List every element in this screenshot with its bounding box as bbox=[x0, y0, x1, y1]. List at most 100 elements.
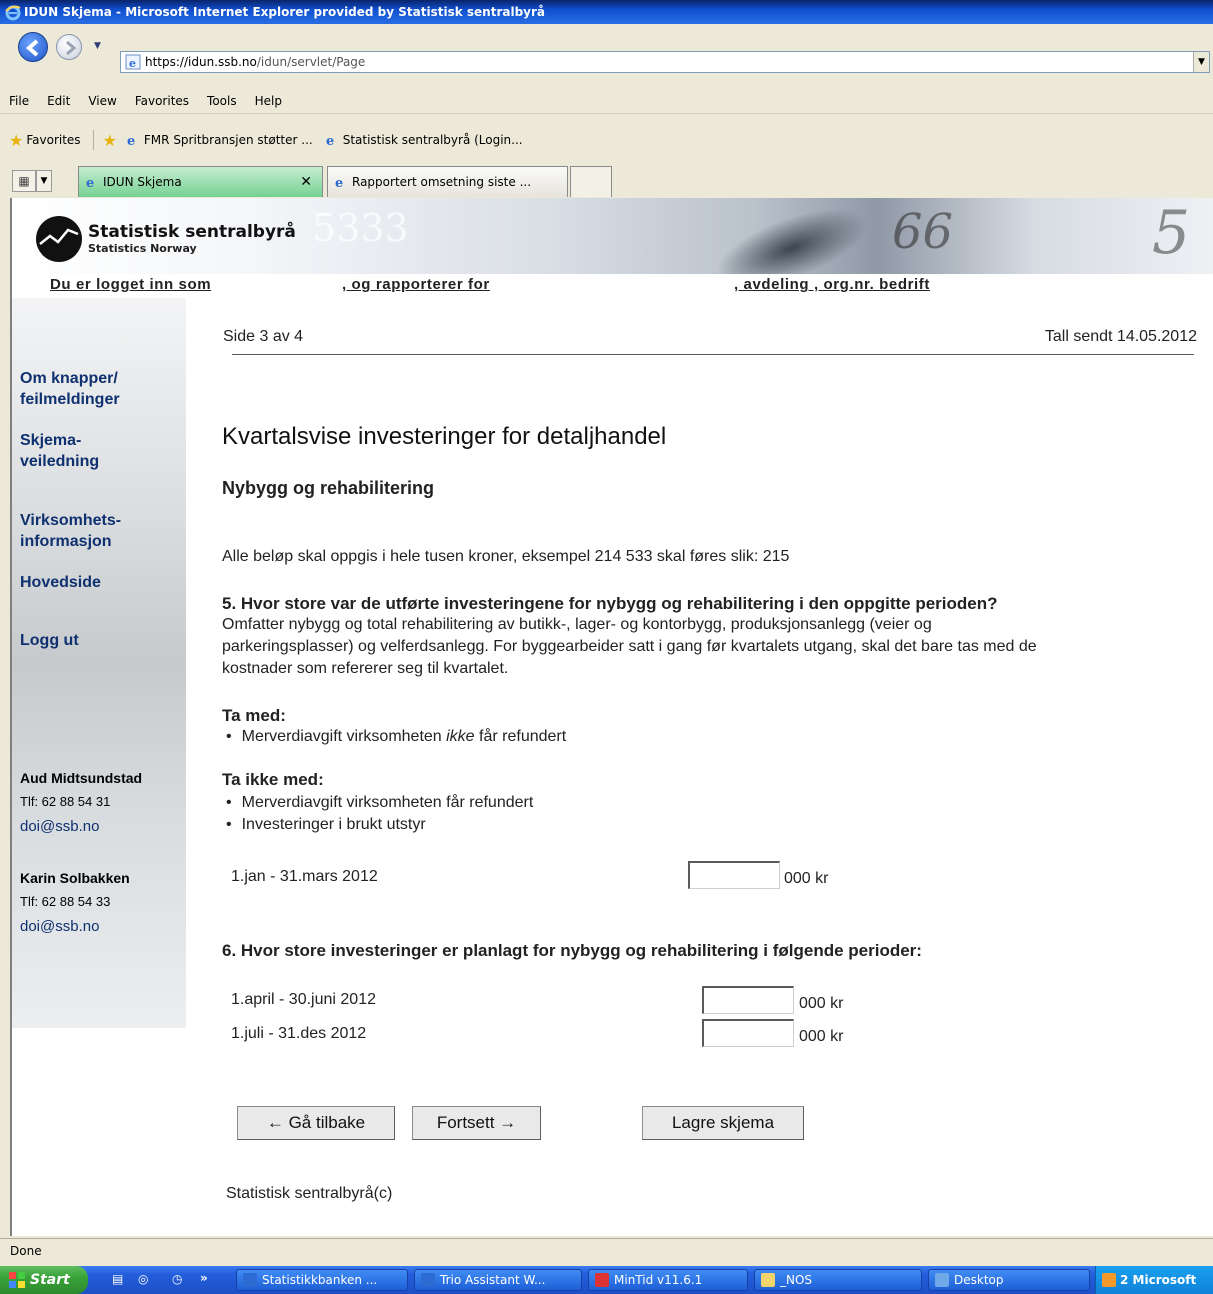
period-label: 1.april - 30.juni 2012 bbox=[231, 991, 376, 1008]
window-title: IDUN Skjema - Microsoft Internet Explore… bbox=[24, 5, 545, 19]
start-button[interactable]: Start bbox=[0, 1266, 88, 1294]
address-dropdown-icon[interactable]: ▼ bbox=[1193, 52, 1209, 72]
logged-in-label: Du er logget inn som bbox=[50, 276, 212, 293]
history-dropdown-icon[interactable]: ▼ bbox=[94, 41, 101, 51]
q5-amount-input[interactable] bbox=[688, 861, 780, 889]
taskbar-item-statistikkbanken[interactable]: Statistikkbanken ... bbox=[236, 1269, 408, 1291]
tab-list-dropdown-icon[interactable]: ▼ bbox=[36, 170, 52, 192]
favorites-button[interactable]: ★ Favorites bbox=[6, 131, 81, 150]
quick-tabs-icon[interactable]: ▦ bbox=[12, 170, 36, 192]
link-line: Skjema- bbox=[20, 432, 82, 449]
q6-amount-input-h2[interactable] bbox=[702, 1019, 794, 1047]
ie-icon: e bbox=[127, 134, 135, 147]
question-6: 6. Hvor store investeringer er planlagt … bbox=[222, 941, 922, 960]
forward-button[interactable] bbox=[56, 34, 82, 60]
tab-label: IDUN Skjema bbox=[103, 175, 182, 189]
contact-email-link[interactable]: doi@ssb.no bbox=[20, 918, 99, 935]
ssb-logo[interactable]: Statistisk sentralbyrå Statistics Norway bbox=[34, 214, 296, 264]
ie-icon bbox=[243, 1273, 257, 1287]
taskbar-item-trio[interactable]: Trio Assistant W... bbox=[414, 1269, 582, 1291]
svg-text:e: e bbox=[326, 134, 334, 147]
back-arrow-icon bbox=[25, 39, 39, 57]
title-bar: IDUN Skjema - Microsoft Internet Explore… bbox=[0, 0, 1213, 24]
question-5-desc: kostnader som refererer seg til kvartale… bbox=[222, 660, 509, 677]
period-label: 1.jan - 31.mars 2012 bbox=[231, 868, 378, 885]
sidebar-link-virksomhetsinformasjon[interactable]: Virksomhets- informasjon bbox=[20, 510, 121, 552]
favorite-label: FMR Spritbransjen støtter ... bbox=[143, 133, 313, 147]
task-label: 2 Microsoft bbox=[1120, 1273, 1197, 1287]
taskbar-item-mintid[interactable]: MinTid v11.6.1 bbox=[588, 1269, 748, 1291]
link-line: Virksomhets- bbox=[20, 512, 122, 529]
include-text: får refundert bbox=[474, 728, 567, 745]
folder-icon bbox=[761, 1273, 775, 1287]
org-name: Statistisk sentralbyrå bbox=[88, 222, 296, 242]
taskbar-group-microsoft[interactable]: 2 Microsoft bbox=[1095, 1266, 1213, 1294]
tab-rapportert-omsetning[interactable]: e Rapportert omsetning siste ... bbox=[327, 166, 568, 197]
url-path: /idun/servlet/Page bbox=[256, 55, 366, 69]
status-text: Done bbox=[10, 1244, 42, 1258]
tab-idun-skjema[interactable]: e IDUN Skjema ✕ bbox=[78, 166, 323, 197]
ie-quicklaunch-icon[interactable]: ◎ bbox=[138, 1272, 148, 1286]
chart-app-icon bbox=[595, 1273, 609, 1287]
more-quicklaunch-icon[interactable]: » bbox=[200, 1271, 208, 1285]
include-text: Merverdiavgift virksomheten bbox=[241, 728, 447, 745]
windows-logo-icon bbox=[9, 1272, 25, 1288]
org-sub: Statistics Norway bbox=[88, 242, 197, 255]
logo-text: Statistisk sentralbyrå Statistics Norway bbox=[88, 222, 296, 255]
menu-help[interactable]: Help bbox=[255, 94, 282, 108]
question-5-desc: parkeringsplasser) og velferdsanlegg. Fo… bbox=[222, 638, 1037, 655]
contact-name: Aud Midtsundstad bbox=[20, 770, 143, 786]
sidebar-link-skjemaveiledning[interactable]: Skjema- veiledning bbox=[20, 430, 99, 472]
contact-name: Karin Solbakken bbox=[20, 870, 130, 886]
section-subtitle: Nybygg og rehabilitering bbox=[222, 478, 435, 498]
task-label: _NOS bbox=[780, 1273, 813, 1287]
ie-icon bbox=[421, 1273, 435, 1287]
menu-file[interactable]: File bbox=[9, 94, 29, 108]
unit-label: 000 kr bbox=[784, 870, 829, 887]
contact-phone: Tlf: 62 88 54 33 bbox=[20, 894, 111, 909]
save-form-button[interactable]: Lagre skjema bbox=[642, 1106, 804, 1140]
q6-amount-input-q2[interactable] bbox=[702, 986, 794, 1014]
link-line: Logg ut bbox=[20, 632, 79, 649]
taskbar-item-desktop[interactable]: Desktop bbox=[928, 1269, 1090, 1291]
contact-email-link[interactable]: doi@ssb.no bbox=[20, 818, 99, 835]
taskbar-item-nos[interactable]: _NOS bbox=[754, 1269, 922, 1291]
sent-date: Tall sendt 14.05.2012 bbox=[1044, 328, 1197, 345]
menu-favorites[interactable]: Favorites bbox=[135, 94, 189, 108]
banner-decoration bbox=[706, 198, 878, 274]
sidebar-link-hovedside[interactable]: Hovedside bbox=[20, 572, 101, 593]
tab-label: Rapportert omsetning siste ... bbox=[352, 175, 532, 189]
task-label: Desktop bbox=[954, 1273, 1004, 1287]
include-emphasis: ikke bbox=[446, 728, 475, 745]
back-form-button[interactable]: ← Gå tilbake bbox=[237, 1106, 395, 1140]
sidebar: Om knapper/ feilmeldinger Skjema- veiled… bbox=[12, 298, 186, 1028]
separator bbox=[92, 130, 94, 150]
exclude-item: Investeringer i brukt utstyr bbox=[226, 816, 426, 834]
favorite-link-fmr[interactable]: e FMR Spritbransjen støtter ... bbox=[126, 133, 313, 147]
add-favorite-icon[interactable]: ★ bbox=[103, 131, 117, 150]
menu-view[interactable]: View bbox=[88, 94, 116, 108]
new-tab-button[interactable] bbox=[570, 166, 612, 197]
close-tab-icon[interactable]: ✕ bbox=[300, 174, 312, 190]
menu-tools[interactable]: Tools bbox=[207, 94, 237, 108]
sidebar-link-logg-ut[interactable]: Logg ut bbox=[20, 630, 79, 651]
link-line: Om knapper/ bbox=[20, 370, 118, 387]
url-host: https://idun.ssb.no bbox=[145, 55, 257, 69]
address-bar[interactable]: e https://idun.ssb.no/idun/servlet/Page … bbox=[120, 51, 1210, 73]
period-label: 1.juli - 31.des 2012 bbox=[231, 1025, 367, 1042]
task-label: Statistikkbanken ... bbox=[262, 1273, 378, 1287]
favorites-bar: ★ Favorites ★ e FMR Spritbransjen støtte… bbox=[0, 126, 1213, 154]
unit-label: 000 kr bbox=[799, 1028, 844, 1045]
menu-edit[interactable]: Edit bbox=[47, 94, 70, 108]
page-icon: e bbox=[125, 54, 141, 70]
department-label: , avdeling , org.nr. bedrift bbox=[734, 276, 930, 293]
sidebar-link-knapper[interactable]: Om knapper/ feilmeldinger bbox=[20, 368, 120, 410]
taskbar: Start ▤ ◎ ◷ » Statistikkbanken ... Trio … bbox=[0, 1266, 1213, 1294]
quick-launch-icon[interactable]: ▤ bbox=[112, 1272, 123, 1286]
favorite-link-ssb[interactable]: e Statistisk sentralbyrå (Login... bbox=[325, 133, 523, 147]
continue-button[interactable]: Fortsett → bbox=[412, 1106, 541, 1140]
back-button[interactable] bbox=[18, 32, 48, 62]
footer-copyright: Statistisk sentralbyrå(c) bbox=[226, 1185, 393, 1202]
clock-quicklaunch-icon[interactable]: ◷ bbox=[172, 1272, 182, 1286]
banner-decoration: 66 bbox=[892, 204, 954, 260]
